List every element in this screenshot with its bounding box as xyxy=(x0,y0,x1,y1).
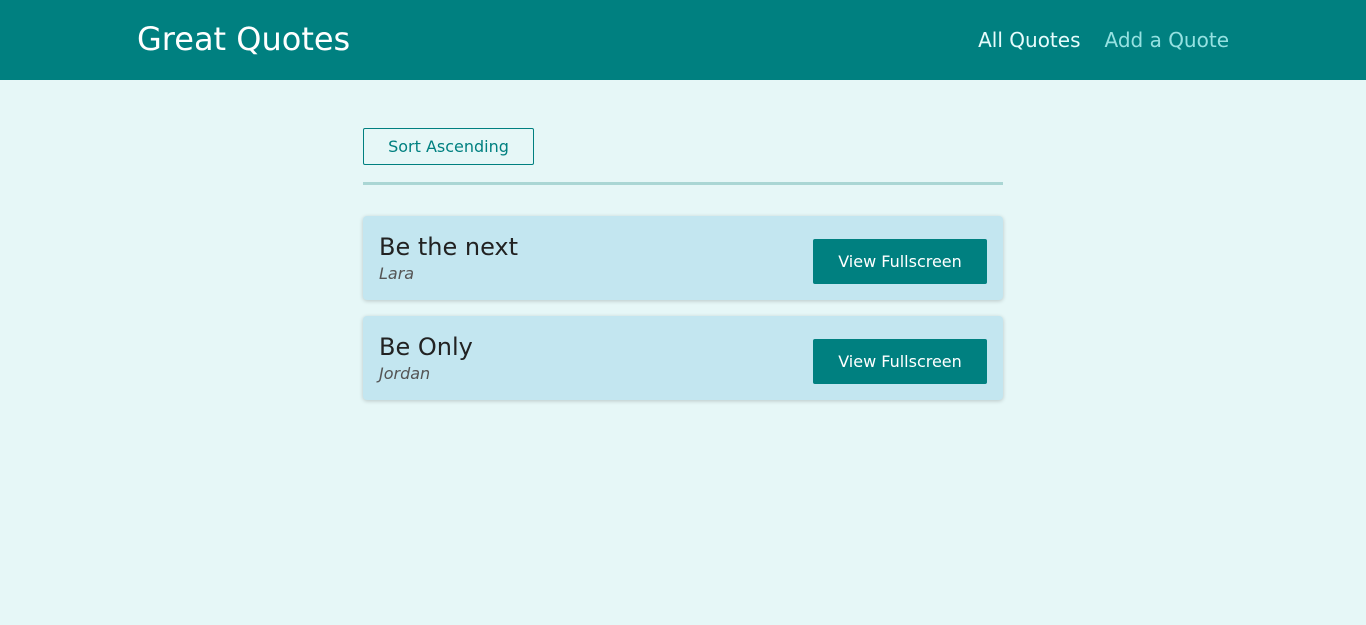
app-title: Great Quotes xyxy=(137,20,351,58)
view-fullscreen-button[interactable]: View Fullscreen xyxy=(813,339,987,384)
nav-all-quotes[interactable]: All Quotes xyxy=(978,27,1080,53)
nav-add-quote[interactable]: Add a Quote xyxy=(1105,27,1230,53)
quote-text: Be Only xyxy=(379,333,473,361)
quote-item: Be the next Lara View Fullscreen xyxy=(363,216,1003,300)
quote-author: Jordan xyxy=(379,364,431,383)
divider xyxy=(363,182,1003,185)
main-content: Sort Ascending Be the next Lara View Ful… xyxy=(363,128,1003,416)
quote-text: Be the next xyxy=(379,233,519,261)
sorting-bar: Sort Ascending xyxy=(363,128,1003,165)
view-fullscreen-button[interactable]: View Fullscreen xyxy=(813,239,987,284)
app-header: Great Quotes All Quotes Add a Quote xyxy=(0,0,1366,80)
quote-author: Lara xyxy=(379,264,415,283)
quote-item: Be Only Jordan View Fullscreen xyxy=(363,316,1003,400)
main-nav: All Quotes Add a Quote xyxy=(978,27,1229,53)
sort-ascending-button[interactable]: Sort Ascending xyxy=(363,128,534,165)
quote-list: Be the next Lara View Fullscreen Be Only… xyxy=(363,216,1003,400)
